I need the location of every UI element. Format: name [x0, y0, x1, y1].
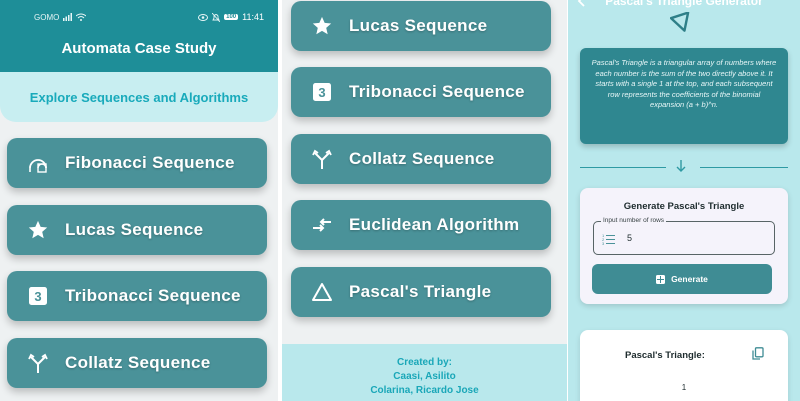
pascal-label: Pascal's Triangle	[349, 282, 492, 301]
arrow-down-icon	[674, 159, 688, 178]
carrier-label: GOMO	[34, 12, 60, 22]
home-screen: GOMO 100 11:41 Automata Case Study Explo…	[0, 0, 278, 401]
triangle-icon	[669, 11, 694, 39]
clock: 11:41	[242, 12, 264, 22]
tribonacci-label: Tribonacci Sequence	[65, 286, 241, 305]
rows-input-field[interactable]: Input number of rows 123 5	[593, 217, 775, 255]
fibonacci-label: Fibonacci Sequence	[65, 153, 235, 172]
lucas-button[interactable]: Lucas Sequence	[7, 205, 267, 255]
star-icon	[27, 219, 49, 241]
credits-heading: Created by:	[396, 357, 452, 368]
divider-left	[580, 167, 666, 168]
screen-title: Pascal's Triangle Generator	[605, 0, 763, 8]
tribonacci-button[interactable]: 3 Tribonacci Sequence	[7, 271, 267, 321]
svg-text:3: 3	[318, 85, 325, 100]
grid-icon	[656, 274, 666, 284]
svg-text:3: 3	[34, 289, 41, 304]
result-card: Pascal's Triangle: 1	[580, 330, 788, 401]
tribonacci-button[interactable]: 3 Tribonacci Sequence	[291, 67, 551, 117]
collatz-button[interactable]: Collatz Sequence	[7, 338, 267, 388]
mute-bell-icon	[212, 12, 221, 22]
collatz-button[interactable]: Collatz Sequence	[291, 134, 551, 184]
star-icon	[311, 15, 333, 37]
triangle-row: 1	[681, 383, 687, 392]
generate-button[interactable]: Generate	[592, 264, 772, 294]
lucas-label: Lucas Sequence	[349, 16, 488, 35]
form-title: Generate Pascal's Triangle	[623, 201, 745, 212]
lucas-label: Lucas Sequence	[65, 220, 204, 239]
eye-icon	[198, 13, 209, 21]
generate-button-label: Generate	[671, 274, 708, 284]
description-card: Pascal's Triangle is a triangular array …	[580, 48, 788, 144]
home-screen-scrolled: Lucas Sequence 3 Tribonacci Sequence Col…	[282, 0, 567, 401]
fibonacci-button[interactable]: Fibonacci Sequence	[7, 138, 267, 188]
pascal-button[interactable]: Pascal's Triangle	[291, 267, 551, 317]
collatz-label: Collatz Sequence	[349, 149, 495, 168]
pascal-generator-screen: Pascal's Triangle Generator Pascal's Tri…	[568, 0, 800, 401]
divider-right	[700, 167, 788, 168]
credits-name: Caasi, Asilito	[393, 371, 456, 382]
triangle-icon	[311, 281, 333, 303]
tribonacci-label: Tribonacci Sequence	[349, 82, 525, 101]
copy-icon[interactable]	[752, 347, 764, 365]
number-3-icon: 3	[27, 285, 49, 307]
compare-arrows-icon	[311, 214, 333, 236]
app-title: Automata Case Study	[61, 40, 217, 57]
subtitle-banner: Explore Sequences and Algorithms	[0, 72, 278, 122]
euclidean-label: Euclidean Algorithm	[349, 215, 520, 234]
fork-icon	[27, 352, 49, 374]
fork-icon	[311, 148, 333, 170]
generate-form-card: Generate Pascal's Triangle Input number …	[580, 188, 788, 304]
signal-icon	[63, 13, 73, 21]
fibonacci-spiral-icon	[27, 152, 49, 174]
rows-input-label: Input number of rows	[601, 217, 667, 224]
svg-text:3: 3	[602, 241, 605, 245]
app-bar: GOMO 100 11:41 Automata Case Study	[0, 0, 278, 72]
credits-footer: Created by: Caasi, Asilito Colarina, Ric…	[282, 344, 567, 401]
rows-input-value: 5	[627, 233, 633, 243]
credits-name: Colarina, Ricardo Jose	[370, 385, 479, 396]
numbered-list-icon: 123	[602, 232, 616, 250]
description-text: Pascal's Triangle is a triangular array …	[591, 58, 777, 110]
number-3-icon: 3	[311, 81, 333, 103]
euclidean-button[interactable]: Euclidean Algorithm	[291, 200, 551, 250]
wifi-icon	[76, 13, 87, 21]
collatz-label: Collatz Sequence	[65, 353, 211, 372]
result-title: Pascal's Triangle:	[625, 350, 705, 361]
lucas-button[interactable]: Lucas Sequence	[291, 1, 551, 51]
battery-indicator: 100	[224, 14, 239, 20]
status-bar: GOMO 100 11:41	[34, 11, 264, 23]
subtitle-text: Explore Sequences and Algorithms	[29, 89, 249, 105]
